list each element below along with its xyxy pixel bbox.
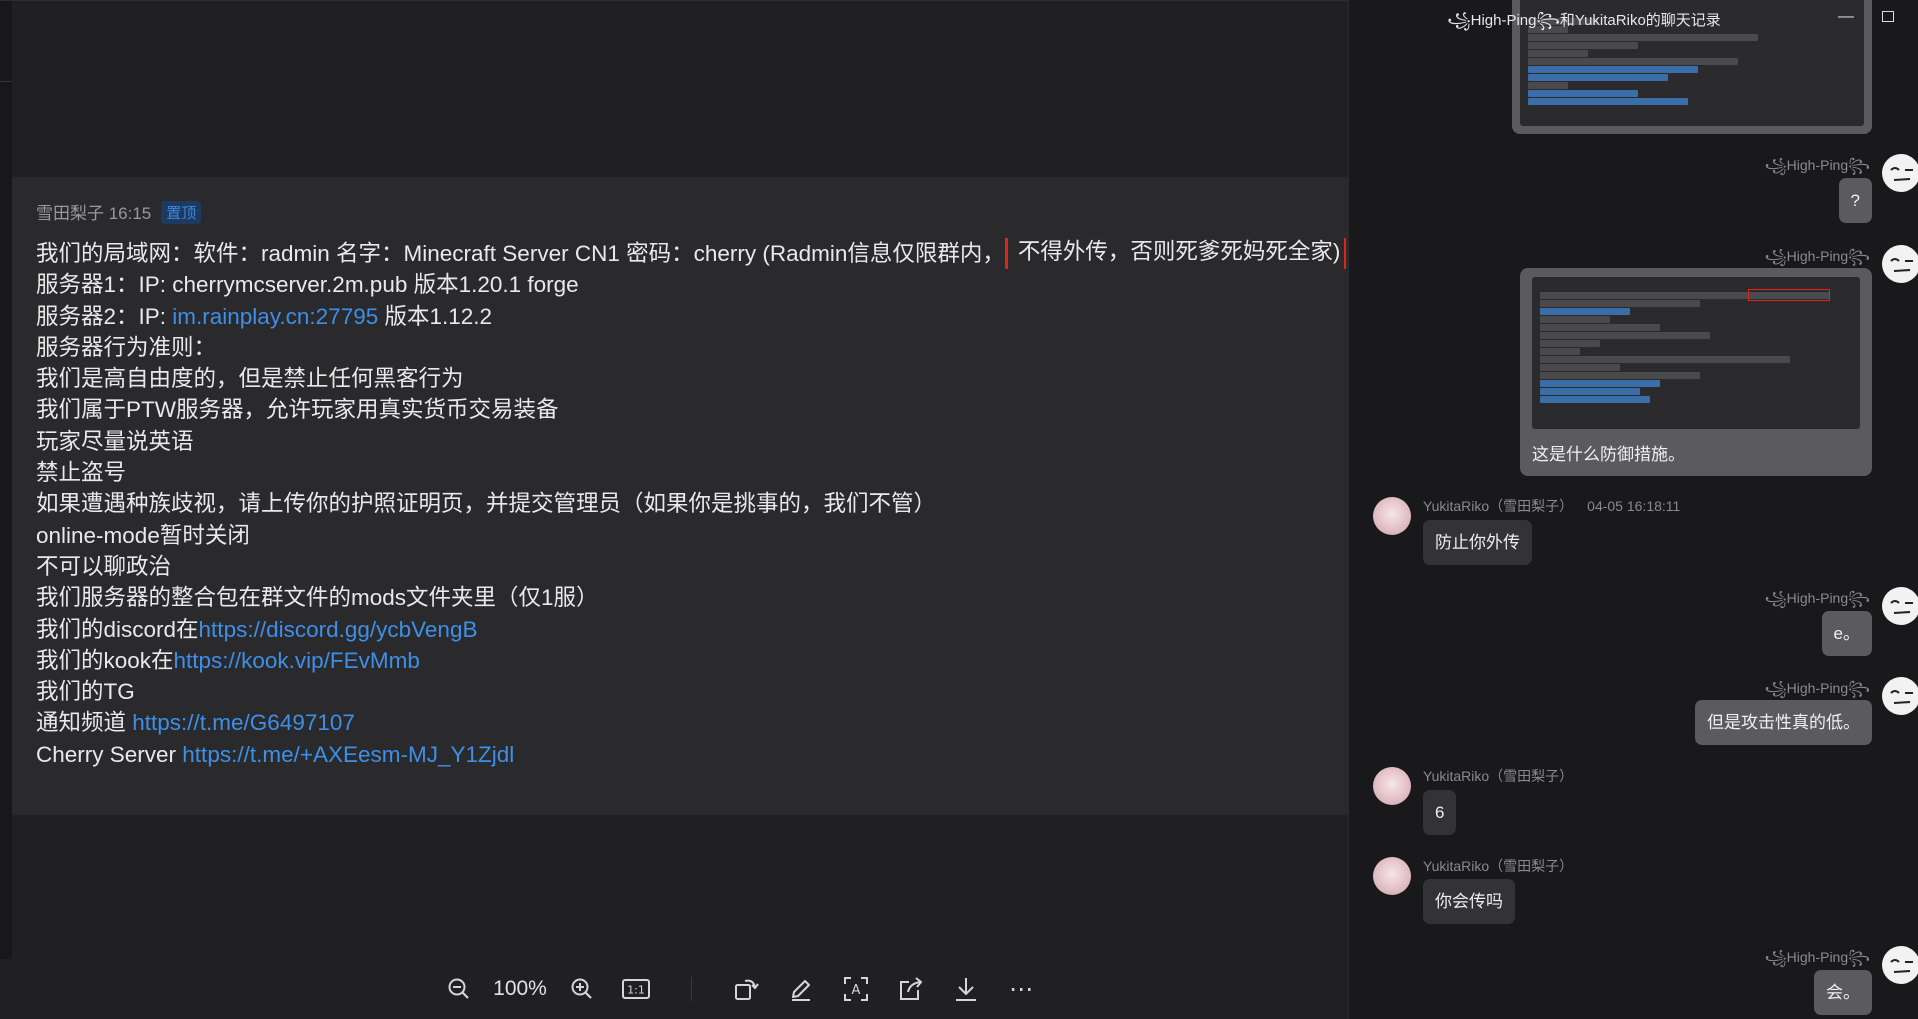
rotate-icon[interactable] bbox=[731, 974, 761, 1004]
zoom-level[interactable]: 100% bbox=[490, 974, 550, 1004]
avatar-high-ping[interactable] bbox=[1882, 245, 1918, 283]
announcement-text: 我们的局域网：软件：radmin 名字：Minecraft Server CN1… bbox=[36, 238, 1346, 770]
avatar-yukitariko[interactable] bbox=[1373, 857, 1411, 895]
message-sender: YukitaRiko（雪田梨子） bbox=[1423, 858, 1574, 874]
download-icon[interactable] bbox=[951, 974, 981, 1004]
text-line: 玩家尽量说英语 bbox=[36, 428, 194, 454]
image-caption: 这是什么防御措施。 bbox=[1532, 445, 1685, 464]
message-sender: 雪田梨子 16:15 bbox=[36, 204, 152, 223]
svg-text:1:1: 1:1 bbox=[627, 984, 645, 997]
avatar-high-ping[interactable] bbox=[1882, 677, 1918, 715]
edit-icon[interactable] bbox=[786, 974, 816, 1004]
text-line: 服务器2：IP: im.rainplay.cn:27795 版本1.12.2 bbox=[36, 301, 1346, 332]
message-bubble[interactable]: 但是攻击性真的低。 bbox=[1695, 700, 1872, 745]
text-segment: 我们的局域网：软件：radmin 名字：Minecraft Server CN1… bbox=[36, 241, 1005, 266]
avatar-yukitariko[interactable] bbox=[1373, 767, 1411, 805]
server-link[interactable]: im.rainplay.cn:27795 bbox=[172, 304, 378, 329]
text-line: 如果遭遇种族歧视，请上传你的护照证明页，并提交管理员（如果你是挑事的，我们不管） bbox=[36, 491, 937, 517]
avatar-high-ping[interactable] bbox=[1882, 946, 1918, 984]
text-line: 我们的局域网：软件：radmin 名字：Minecraft Server CN1… bbox=[36, 238, 1346, 270]
share-icon[interactable] bbox=[896, 974, 926, 1004]
image-thumbnail[interactable] bbox=[1532, 277, 1860, 429]
text-line: 通知频道 https://t.me/G6497107 bbox=[36, 707, 1346, 738]
message-bubble[interactable]: 6 bbox=[1423, 790, 1457, 835]
telegram-group-link[interactable]: https://t.me/+AXEesm-MJ_Y1Zjdl bbox=[182, 742, 514, 767]
viewed-screenshot: 雪田梨子 16:15 置顶 我们的局域网：软件：radmin 名字：Minecra… bbox=[12, 177, 1348, 815]
text-segment: 服务器2：IP: bbox=[36, 303, 173, 329]
message-bubble[interactable]: e。 bbox=[1821, 611, 1872, 656]
pin-badge: 置顶 bbox=[161, 201, 202, 224]
text-line: Cherry Server https://t.me/+AXEesm-MJ_Y1… bbox=[36, 739, 1346, 770]
viewer-toolbar: 100% 1:1 A ⋯ bbox=[0, 959, 1348, 1019]
minimize-button[interactable]: — bbox=[1835, 6, 1857, 28]
text-segment: 版本1.12.2 bbox=[378, 303, 493, 329]
text-line: 我们是高自由度的，但是禁止任何黑客行为 bbox=[36, 366, 464, 392]
text-line: 我们的kook在https://kook.vip/FEvMmb bbox=[36, 645, 1346, 676]
message-bubble[interactable]: 防止你外传 bbox=[1423, 520, 1532, 565]
text-line: online-mode暂时关闭 bbox=[36, 522, 250, 548]
image-message[interactable]: 这是什么防御措施。 bbox=[1520, 268, 1872, 476]
more-icon[interactable]: ⋯ bbox=[1006, 974, 1036, 1004]
ocr-icon[interactable]: A bbox=[841, 974, 871, 1004]
message-timestamp: 04-05 16:18:11 bbox=[1587, 498, 1681, 514]
chat-history-window: ꧁High-Ping꧂和YukitaRiko的聊天记录 — ꧁High-Ping… bbox=[1348, 0, 1918, 1019]
message-sender: YukitaRiko（雪田梨子） bbox=[1423, 768, 1574, 784]
text-line: 我们服务器的整合包在群文件的mods文件夹里（仅1服） bbox=[36, 585, 599, 611]
avatar-high-ping[interactable] bbox=[1882, 587, 1918, 625]
message-bubble[interactable]: 会。 bbox=[1814, 970, 1872, 1015]
zoom-in-icon[interactable] bbox=[567, 974, 597, 1004]
text-line: 我们的discord在https://discord.gg/ycbVengB bbox=[36, 614, 1346, 645]
message-sender-line: YukitaRiko（雪田梨子） 04-05 16:18:11 bbox=[1423, 496, 1680, 516]
maximize-icon bbox=[1882, 11, 1894, 22]
discord-link[interactable]: https://discord.gg/ycbVengB bbox=[199, 617, 478, 642]
avatar-yukitariko[interactable] bbox=[1373, 497, 1411, 535]
text-line: 服务器1：IP: cherrymcserver.2m.pub 版本1.20.1 … bbox=[36, 272, 579, 298]
telegram-channel-link[interactable]: https://t.me/G6497107 bbox=[132, 710, 355, 735]
text-segment: Cherry Server bbox=[36, 741, 183, 767]
text-segment: 通知频道 bbox=[36, 710, 133, 736]
svg-text:A: A bbox=[852, 983, 861, 998]
maximize-button[interactable] bbox=[1877, 6, 1899, 28]
text-line: 不可以聊政治 bbox=[36, 553, 172, 579]
message-header: 雪田梨子 16:15 置顶 bbox=[36, 199, 202, 224]
image-viewer: 雪田梨子 16:15 置顶 我们的局域网：软件：radmin 名字：Minecra… bbox=[0, 0, 1348, 1019]
text-line: 禁止盗号 bbox=[36, 460, 127, 486]
viewer-left-edge bbox=[0, 1, 12, 1019]
message-bubble[interactable]: ? bbox=[1838, 178, 1872, 223]
toolbar-divider bbox=[691, 977, 692, 1001]
text-line: 服务器行为准则： bbox=[36, 334, 217, 360]
zoom-out-icon[interactable] bbox=[444, 974, 474, 1004]
message-sender: YukitaRiko（雪田梨子） bbox=[1423, 498, 1574, 514]
avatar-high-ping[interactable] bbox=[1882, 154, 1918, 192]
text-segment: 我们的discord在 bbox=[36, 616, 199, 642]
kook-link[interactable]: https://kook.vip/FEvMmb bbox=[174, 648, 420, 673]
window-title: ꧁High-Ping꧂和YukitaRiko的聊天记录 bbox=[1447, 12, 1721, 29]
message-bubble[interactable]: 你会传吗 bbox=[1423, 879, 1515, 924]
actual-size-icon[interactable]: 1:1 bbox=[620, 974, 652, 1004]
text-segment: 我们的kook在 bbox=[36, 647, 174, 673]
text-line: 我们属于PTW服务器，允许玩家用真实货币交易装备 bbox=[36, 397, 559, 423]
text-line: 我们的TG bbox=[36, 679, 135, 705]
window-titlebar: ꧁High-Ping꧂和YukitaRiko的聊天记录 — bbox=[1349, 0, 1918, 34]
highlight-box: 不得外传，否则死爹死妈死全家) bbox=[1004, 238, 1346, 270]
